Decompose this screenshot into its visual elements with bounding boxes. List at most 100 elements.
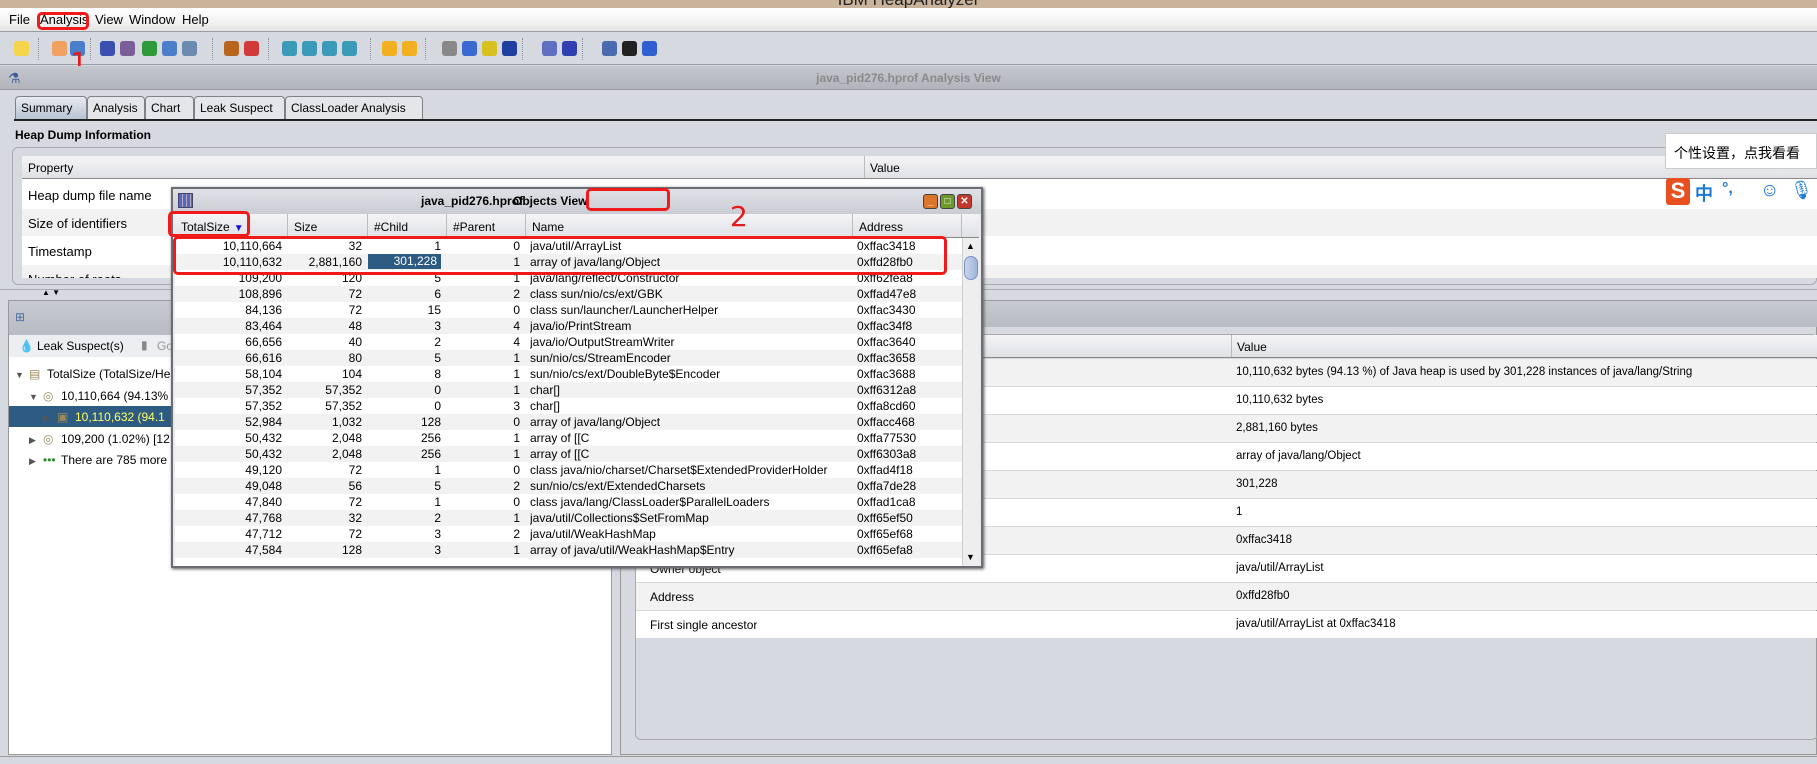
object-cell-parent: 1: [513, 367, 520, 381]
object-row[interactable]: 50,432 2,048 256 1 array of [[C 0xffa77530: [175, 430, 962, 446]
menu-window[interactable]: Window: [129, 12, 175, 27]
class-icon[interactable]: [142, 41, 157, 56]
open-folder-icon[interactable]: [14, 41, 29, 56]
object-row[interactable]: 58,104 104 8 1 sun/nio/cs/ext/DoubleByte$Enc…: [175, 366, 962, 382]
object-row[interactable]: 49,048 56 5 2 sun/nio/cs/ext/ExtendedCharset…: [175, 478, 962, 494]
column-child[interactable]: #Child: [368, 214, 447, 237]
details-value: 301,228: [1236, 478, 1278, 490]
column-property[interactable]: Property: [28, 161, 73, 175]
zoom-address-icon[interactable]: [342, 41, 357, 56]
help-icon[interactable]: [642, 41, 657, 56]
status-bar: [0, 756, 1817, 764]
zoom-down-icon[interactable]: [302, 41, 317, 56]
object-row[interactable]: 47,840 72 1 0 class java/lang/ClassLoader$Pa…: [175, 494, 962, 510]
zoom-up-icon[interactable]: [322, 41, 337, 56]
ruler-icon[interactable]: [224, 41, 239, 56]
screen-icon[interactable]: [562, 41, 577, 56]
details-column-value[interactable]: Value: [1231, 335, 1267, 357]
object-row[interactable]: 66,656 40 2 4 java/io/OutputStreamWriter 0xff…: [175, 334, 962, 350]
details-value: 10,110,632 bytes (94.13 %) of Java heap …: [1236, 366, 1693, 378]
object-cell-child: 0: [434, 383, 441, 397]
tab-analysis[interactable]: Analysis: [87, 96, 145, 119]
object-row[interactable]: 84,136 72 15 0 class sun/launcher/LauncherHe…: [175, 302, 962, 318]
object-row[interactable]: 49,120 72 1 0 class java/nio/charset/Charset…: [175, 462, 962, 478]
column-value[interactable]: Value: [864, 156, 900, 178]
object-cell-totalsize: 57,352: [245, 399, 282, 413]
object-row[interactable]: 83,464 48 3 4 java/io/PrintStream 0xffac34f8: [175, 318, 962, 334]
scrollbar-thumb[interactable]: [964, 256, 978, 280]
scroll-down-icon[interactable]: ▼: [966, 552, 975, 562]
checkmark-icon[interactable]: [622, 41, 637, 56]
microphone-icon[interactable]: 🎙: [1790, 180, 1813, 201]
object-cell-parent: 2: [513, 287, 520, 301]
menu-file[interactable]: File: [9, 12, 30, 27]
microscope-icon[interactable]: [602, 41, 617, 56]
grid-view-icon[interactable]: [100, 41, 115, 56]
minimize-button[interactable]: _: [923, 194, 938, 209]
search-tree-icon[interactable]: [182, 41, 197, 56]
close-button[interactable]: ✕: [957, 194, 972, 209]
monitor-icon[interactable]: [502, 41, 517, 56]
bar-chart-icon[interactable]: [244, 41, 259, 56]
object-cell-totalsize: 47,584: [245, 543, 282, 557]
object-row[interactable]: 52,984 1,032 128 0 array of java/lang/Object…: [175, 414, 962, 430]
annotation-box-objects-view: [586, 188, 670, 211]
object-cell-address: 0xffa7de28: [857, 479, 917, 493]
object-cell-address: 0xffac3658: [857, 351, 916, 365]
column-name[interactable]: Name: [526, 214, 853, 237]
zoom-search-icon[interactable]: [282, 41, 297, 56]
object-row[interactable]: 50,432 2,048 256 1 array of [[C 0xff6303a8: [175, 446, 962, 462]
tab-classloader-analysis[interactable]: ClassLoader Analysis: [285, 96, 423, 119]
object-cell-address: 0xffacc468: [857, 415, 915, 429]
expand-toggle-icon[interactable]: ▼: [29, 387, 43, 402]
object-row[interactable]: 47,584 128 3 1 array of java/util/WeakHashMa…: [175, 542, 962, 558]
column-size[interactable]: Size: [288, 214, 368, 237]
expand-toggle-icon[interactable]: ▼: [15, 365, 29, 380]
object-row[interactable]: 47,768 32 2 1 java/util/Collections$SetFromM…: [175, 510, 962, 526]
object-cell-name: array of [[C: [530, 447, 590, 461]
checklist-icon[interactable]: [442, 41, 457, 56]
leak-suspects-button[interactable]: Leak Suspect(s): [37, 339, 124, 353]
vertical-scrollbar[interactable]: ▲ ▼: [962, 238, 979, 566]
expand-toggle-icon[interactable]: ▶: [29, 451, 43, 467]
column-address[interactable]: Address: [853, 214, 962, 237]
scroll-up-icon[interactable]: ▲: [966, 241, 975, 251]
expand-toggle-icon[interactable]: ▶: [43, 408, 57, 424]
object-row[interactable]: 47,712 72 3 2 java/util/WeakHashMap 0xff65ef6…: [175, 526, 962, 542]
menu-help[interactable]: Help: [182, 12, 209, 27]
object-cell-totalsize: 47,840: [245, 495, 282, 509]
menu-view[interactable]: View: [95, 12, 123, 27]
ime-punct-button[interactable]: °,: [1722, 180, 1733, 198]
splitter-arrows-icon[interactable]: ▲ ▼: [42, 288, 60, 297]
window-title: IBM HeapAnalyzer: [0, 0, 1817, 8]
battery-icon[interactable]: [542, 41, 557, 56]
maximize-button[interactable]: □: [940, 194, 955, 209]
expand-toggle-icon[interactable]: ▶: [29, 430, 43, 446]
hierarchy-icon[interactable]: [162, 41, 177, 56]
arrow-up-icon[interactable]: [382, 41, 397, 56]
object-row[interactable]: 108,896 72 6 2 class sun/nio/cs/ext/GBK 0xffa…: [175, 286, 962, 302]
column-parent[interactable]: #Parent: [447, 214, 526, 237]
tab-leak-suspect[interactable]: Leak Suspect: [194, 96, 285, 119]
pie-chart-icon[interactable]: [52, 41, 67, 56]
property-label: Number of roots: [28, 272, 121, 278]
object-row[interactable]: 57,352 57,352 0 3 char[] 0xffa8cd60: [175, 398, 962, 414]
tree-root-icon: ▤: [29, 367, 41, 381]
object-cell-child: 256: [420, 447, 441, 461]
objects-view-title-bar[interactable]: java_pid276.hprof Objects View _ □ ✕: [173, 189, 981, 214]
emoji-icon[interactable]: ☺: [1760, 180, 1779, 202]
ime-mode-button[interactable]: 中: [1695, 180, 1713, 206]
arrow-down-icon[interactable]: [402, 41, 417, 56]
compare-icon[interactable]: [462, 41, 477, 56]
object-row[interactable]: 57,352 57,352 0 1 char[] 0xff6312a8: [175, 382, 962, 398]
object-row[interactable]: 66,616 80 5 1 sun/nio/cs/StreamEncoder 0xffac…: [175, 350, 962, 366]
object-cell-totalsize: 84,136: [245, 303, 282, 317]
tab-summary[interactable]: Summary: [15, 96, 87, 119]
tab-chart[interactable]: Chart: [145, 96, 194, 119]
object-cell-parent: 4: [513, 319, 520, 333]
sogou-logo-icon[interactable]: S: [1666, 178, 1690, 205]
more-items-icon: •••: [43, 453, 56, 467]
export-icon[interactable]: [482, 41, 497, 56]
objects-graph-icon[interactable]: [120, 41, 135, 56]
object-cell-parent: 0: [513, 463, 520, 477]
